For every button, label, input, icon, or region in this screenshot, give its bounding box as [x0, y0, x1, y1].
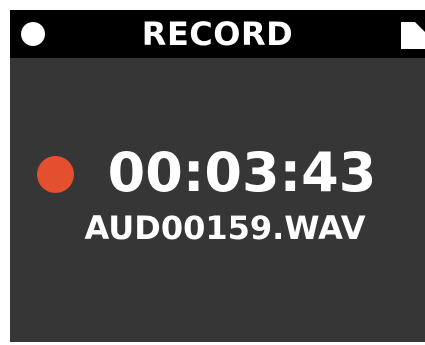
recording-filename: AUD00159.WAV	[84, 209, 366, 247]
screen-title: RECORD	[141, 15, 294, 53]
top-bar: RECORD	[10, 10, 425, 58]
recording-timer: 00:03:43	[107, 141, 377, 204]
file-icon[interactable]	[401, 22, 425, 49]
record-dot-icon	[37, 156, 74, 193]
recorder-screen: RECORD 00:03:43 AUD00159.WAV	[10, 10, 425, 342]
